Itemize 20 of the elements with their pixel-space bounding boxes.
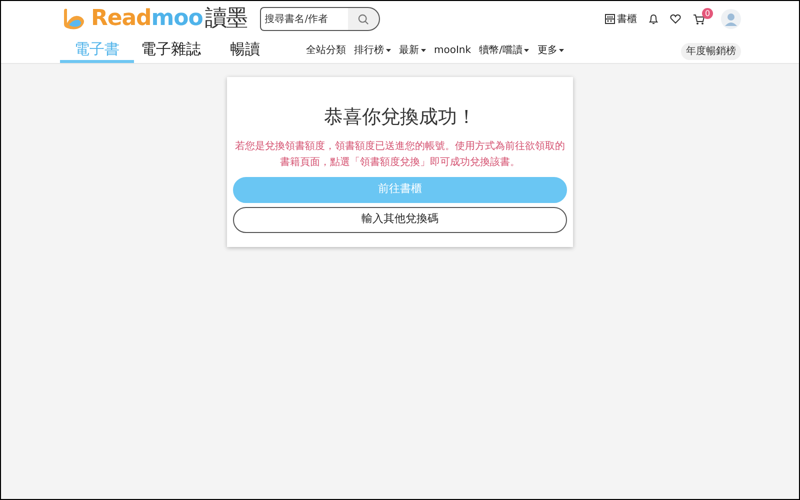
logo-icon <box>61 7 87 31</box>
nav-link[interactable]: 全站分類 <box>306 43 346 58</box>
nav-link[interactable]: 最新 <box>399 43 426 58</box>
category-tab[interactable]: 暢讀 <box>208 38 282 63</box>
heart-icon[interactable] <box>670 14 681 24</box>
nav-link[interactable]: 更多 <box>537 43 564 58</box>
nav-link[interactable]: mooInk <box>434 43 472 58</box>
cart-icon[interactable] <box>693 14 705 24</box>
bookshelf-icon <box>605 14 615 24</box>
nav-link[interactable]: 犢幣/嚐讀 <box>479 43 530 58</box>
card-message: 若您是兌換領書額度，領書額度已送進您的帳號。使用方式為前往欲領取的書籍頁面，點選「領書額度兌換」即可成功兌換該書。 <box>234 140 566 170</box>
bookshelf-link[interactable]: 書櫃 <box>605 12 637 26</box>
enter-another-code-button[interactable]: 輸入其他兌換碼 <box>233 206 567 232</box>
bell-icon[interactable] <box>649 14 658 24</box>
nav-link[interactable]: 排行榜 <box>354 43 391 58</box>
card-title: 恭喜你兌換成功！ <box>324 105 476 130</box>
logo-text[interactable]: Readmoo讀墨 <box>91 8 248 30</box>
category-tab[interactable]: 電子雜誌 <box>134 38 208 63</box>
cart-count-badge: 0 <box>702 8 713 18</box>
annual-bestseller-button[interactable]: 年度暢銷榜 <box>681 43 741 60</box>
